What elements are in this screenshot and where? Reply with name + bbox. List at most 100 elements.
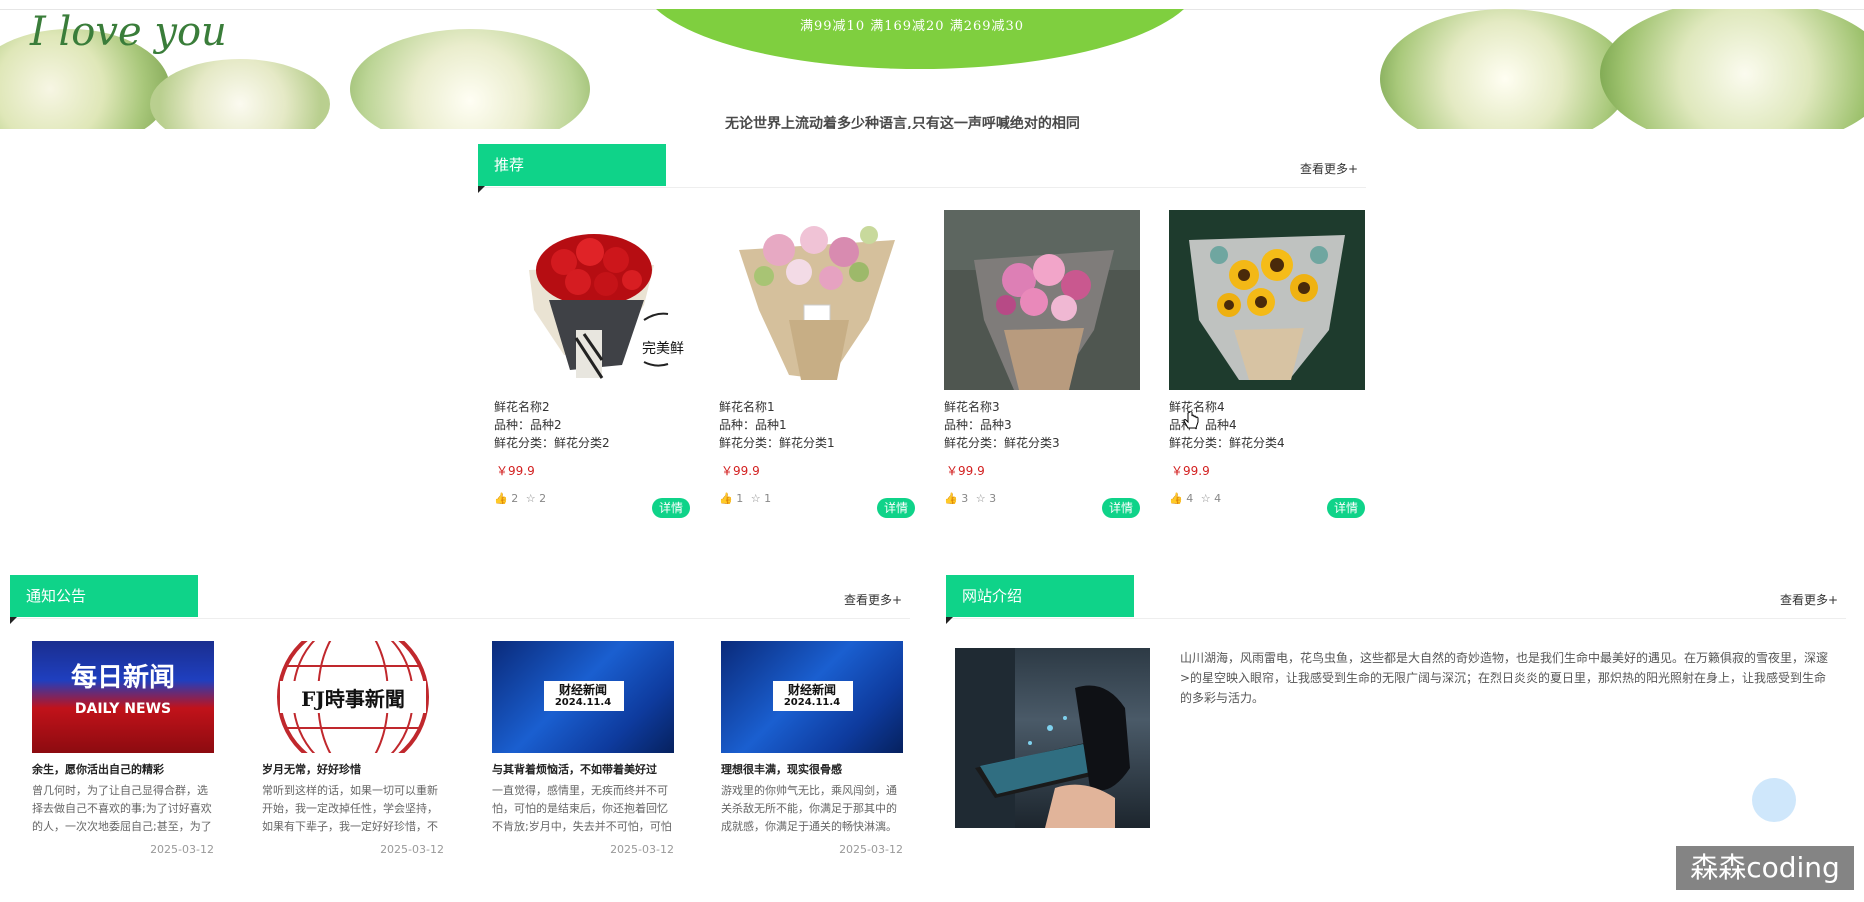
fav-count: 3	[989, 492, 997, 505]
banner-script-text: I love you	[30, 9, 227, 55]
product-category: 鲜花分类：鲜花分类2	[494, 436, 610, 450]
like-count: 1	[736, 492, 744, 505]
top-banner[interactable]: 满99减10 满169减20 满269减30 I love you 无论世界上流…	[0, 9, 1864, 129]
banner-slogan: 无论世界上流动着多少种语言,只有这一声呼喊绝对的相同	[725, 116, 1080, 129]
product-variety: 品种：品种3	[944, 418, 1012, 432]
recommend-header-line	[478, 187, 1366, 188]
product-name[interactable]: 鲜花名称3	[944, 398, 1000, 415]
star-icon[interactable]: ☆	[976, 492, 986, 505]
news-date: 2025-03-12	[839, 843, 903, 856]
hand-cursor-icon	[1183, 410, 1199, 432]
notice-header: 通知公告 查看更多+	[10, 575, 910, 624]
about-text: 山川湖海，风雨雷电，花鸟虫鱼，这些都是大自然的奇妙造物，也是我们生命中最美好的遇…	[1180, 651, 1829, 705]
finance-news-image[interactable]: 财经新闻 2024.11.4	[492, 641, 674, 753]
news-title[interactable]: 余生，愿你活出自己的精彩	[32, 761, 164, 777]
news-desc: 一直觉得，感情里，无疾而终并不可怕，可怕的是结束后，你还抱着回忆不肯放;岁月中，…	[492, 784, 672, 833]
finance-news-image[interactable]: 财经新闻 2024.11.4	[721, 641, 903, 753]
product-card[interactable]: 完美鲜 鲜花名称2 品种：品种2 鲜花分类：鲜花分类2 ￥99.9 👍 2 ☆ …	[494, 210, 690, 518]
notice-title: 通知公告	[10, 575, 198, 624]
thumbs-up-icon[interactable]: 👍	[1169, 492, 1183, 505]
news-card[interactable]: 每日新闻 DAILY NEWS 余生，愿你活出自己的精彩 曾几何时，为了让自己显…	[32, 641, 214, 871]
news-desc: 曾几何时，为了让自己显得合群，选择去做自己不喜欢的事;为了讨好喜欢的人，一次次地…	[32, 784, 212, 833]
about-title: 网站介绍	[946, 575, 1134, 624]
product-card[interactable]: 鲜花名称3 品种：品种3 鲜花分类：鲜花分类3 ￥99.9 👍 3 ☆ 3 详情	[944, 210, 1140, 518]
fj-news-globe-image[interactable]: FJ時事新聞	[262, 641, 444, 753]
image-overlay-text: 2024.11.4	[783, 697, 841, 708]
recommend-title: 推荐	[478, 144, 666, 193]
news-card[interactable]: FJ時事新聞 岁月无常，好好珍惜 常听到这样的话，如果一切可以重新开始，我一定改…	[262, 641, 444, 871]
product-variety: 品种：品种1	[719, 418, 787, 432]
like-count: 2	[511, 492, 519, 505]
news-desc: 常听到这样的话，如果一切可以重新开始，我一定改掉任性，学会坚持，如果有下辈子，我…	[262, 784, 438, 833]
red-roses-bouquet-image[interactable]	[494, 210, 690, 390]
detail-button[interactable]: 详情	[1327, 498, 1365, 518]
product-stats: 👍 3 ☆ 3	[944, 492, 996, 505]
product-card[interactable]: 鲜花名称4 品种：品种4 鲜花分类：鲜花分类4 ￥99.9 👍 4 ☆ 4 详情	[1169, 210, 1365, 518]
product-category: 鲜花分类：鲜花分类1	[719, 436, 835, 450]
image-overlay-text: FJ時事新聞	[301, 687, 405, 711]
product-category: 鲜花分类：鲜花分类4	[1169, 436, 1285, 450]
image-overlay-text: 2024.11.4	[554, 697, 612, 708]
news-title[interactable]: 岁月无常，好好珍惜	[262, 761, 361, 777]
pink-mixed-bouquet-image[interactable]	[719, 210, 915, 390]
star-icon[interactable]: ☆	[1201, 492, 1211, 505]
image-overlay-text: 完美鲜	[642, 341, 684, 357]
news-date: 2025-03-12	[610, 843, 674, 856]
image-overlay-text: 每日新闻	[70, 663, 175, 693]
banner-flower-left-2	[150, 59, 330, 129]
fav-count: 2	[539, 492, 547, 505]
detail-button[interactable]: 详情	[1102, 498, 1140, 518]
product-price: ￥99.9	[496, 464, 535, 478]
news-date: 2025-03-12	[380, 843, 444, 856]
recommend-more-link[interactable]: 查看更多+	[1300, 160, 1358, 177]
news-desc: 游戏里的你帅气无比，乘风闯剑，通关杀敌无所不能，你满足于那其中的成就感，你满足于…	[721, 784, 897, 833]
detail-button[interactable]: 详情	[877, 498, 915, 518]
banner-arc-text: 满99减10 满169减20 满269减30	[800, 19, 1025, 34]
pink-flowers-bouquet-image[interactable]	[944, 210, 1140, 390]
product-stats: 👍 1 ☆ 1	[719, 492, 771, 505]
product-name[interactable]: 鲜花名称2	[494, 398, 550, 415]
banner-flower-right-2	[1600, 9, 1864, 129]
about-more-link[interactable]: 查看更多+	[1780, 591, 1838, 608]
news-card[interactable]: 财经新闻 2024.11.4 理想很丰满，现实很骨感 游戏里的你帅气无比，乘风闯…	[721, 641, 903, 871]
sunflower-bouquet-image[interactable]	[1169, 210, 1365, 390]
news-title[interactable]: 理想很丰满，现实很骨感	[721, 761, 842, 777]
thumbs-up-icon[interactable]: 👍	[494, 492, 508, 505]
image-overlay-text: 财经新闻	[787, 683, 836, 697]
star-icon[interactable]: ☆	[751, 492, 761, 505]
fav-count: 4	[1214, 492, 1222, 505]
product-category: 鲜花分类：鲜花分类3	[944, 436, 1060, 450]
about-header-line	[946, 618, 1846, 619]
image-overlay-text: DAILY NEWS	[74, 701, 172, 717]
news-card[interactable]: 财经新闻 2024.11.4 与其背着烦恼活，不如带着美好过 一直觉得，感情里，…	[492, 641, 674, 871]
like-count: 4	[1186, 492, 1194, 505]
notice-header-line	[10, 618, 910, 619]
image-overlay-text: 财经新闻	[558, 683, 607, 697]
news-title[interactable]: 与其背着烦恼活，不如带着美好过	[492, 761, 657, 777]
thumbs-up-icon[interactable]: 👍	[719, 492, 733, 505]
thumbs-up-icon[interactable]: 👍	[944, 492, 958, 505]
product-name[interactable]: 鲜花名称1	[719, 398, 775, 415]
news-date: 2025-03-12	[150, 843, 214, 856]
detail-button[interactable]: 详情	[652, 498, 690, 518]
product-variety: 品种：品种2	[494, 418, 562, 432]
recommend-header: 推荐 查看更多+	[478, 144, 1366, 193]
product-price: ￥99.9	[1171, 464, 1210, 478]
about-header: 网站介绍 查看更多+	[946, 575, 1846, 624]
product-price: ￥99.9	[721, 464, 760, 478]
like-count: 3	[961, 492, 969, 505]
product-stats: 👍 2 ☆ 2	[494, 492, 546, 505]
product-variety: 品种：品种4	[1169, 418, 1237, 432]
notice-more-link[interactable]: 查看更多+	[844, 591, 902, 608]
back-to-top-button[interactable]	[1752, 778, 1796, 822]
about-tablet-image	[955, 648, 1150, 828]
banner-flower-right	[1380, 9, 1630, 129]
star-icon[interactable]: ☆	[526, 492, 536, 505]
watermark: 森森coding	[1676, 846, 1854, 890]
banner-flower-left-3	[350, 29, 590, 129]
daily-news-image[interactable]: 每日新闻 DAILY NEWS	[32, 641, 214, 753]
product-price: ￥99.9	[946, 464, 985, 478]
product-stats: 👍 4 ☆ 4	[1169, 492, 1221, 505]
product-card[interactable]: 鲜花名称1 品种：品种1 鲜花分类：鲜花分类1 ￥99.9 👍 1 ☆ 1 详情	[719, 210, 915, 518]
fav-count: 1	[764, 492, 772, 505]
